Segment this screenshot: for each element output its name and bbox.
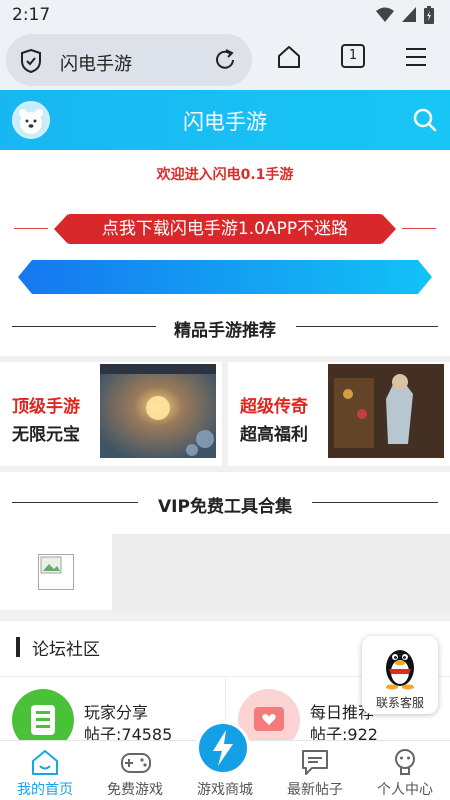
tabs-button[interactable]: 1 xyxy=(341,44,365,68)
recommend-title: 精品手游推荐 xyxy=(174,321,276,341)
status-time: 2:17 xyxy=(12,5,51,25)
nav-game-store[interactable]: 游戏商城 xyxy=(180,721,270,800)
shield-icon[interactable] xyxy=(20,49,42,73)
wifi-icon xyxy=(376,7,394,22)
page-title: 闪电手游 xyxy=(183,110,267,134)
status-icons xyxy=(376,6,434,24)
app-header: 闪电手游 xyxy=(0,90,450,150)
section-divider xyxy=(0,466,450,472)
nav-latest-posts[interactable]: 最新帖子 xyxy=(270,741,360,800)
bottom-nav: 我的首页 免费游戏 游戏商城 最新帖子 个人中心 xyxy=(0,721,450,800)
qq-penguin-icon xyxy=(386,650,414,690)
download-app-banner[interactable]: 点我下载闪电手游1.0APP不迷路 xyxy=(68,214,382,244)
forum-title: 论坛社区 xyxy=(32,640,100,660)
welcome-text: 欢迎进入闪电0.1手游 xyxy=(156,167,294,183)
banner-line-left xyxy=(14,228,48,229)
address-text[interactable]: 闪电手游 xyxy=(60,50,132,76)
home-icon[interactable] xyxy=(276,44,302,70)
vip-tools-area xyxy=(0,534,450,610)
reload-icon[interactable] xyxy=(213,48,237,72)
section-divider xyxy=(0,610,450,620)
card-title: 顶级手游 xyxy=(12,397,80,417)
nav-label: 游戏商城 xyxy=(197,782,253,798)
chat-bubble-icon xyxy=(302,750,328,775)
search-icon[interactable] xyxy=(412,107,438,133)
home-nav-icon xyxy=(32,750,58,775)
battery-icon xyxy=(424,6,434,24)
game-thumbnail[interactable] xyxy=(328,364,444,458)
game-screenshot-image xyxy=(100,364,216,458)
forum-board-item[interactable]: 玩家分享 帖子:74585 xyxy=(0,676,225,751)
nav-home[interactable]: 我的首页 xyxy=(0,741,90,800)
user-icon xyxy=(395,749,415,775)
nav-profile[interactable]: 个人中心 xyxy=(360,741,450,800)
nav-label: 个人中心 xyxy=(377,782,433,798)
promo-bar[interactable] xyxy=(18,260,432,294)
game-screenshot-image xyxy=(328,364,444,458)
card-subtitle: 无限元宝 xyxy=(12,425,80,445)
gamepad-icon xyxy=(121,753,151,773)
nav-label: 我的首页 xyxy=(17,782,73,798)
tab-count: 1 xyxy=(348,48,358,63)
card-title: 超级传奇 xyxy=(240,397,308,417)
banner-line-right xyxy=(402,228,436,229)
nav-label: 最新帖子 xyxy=(287,782,343,798)
game-card-1[interactable]: 顶级手游 无限元宝 xyxy=(0,362,222,466)
banner-tip-right xyxy=(382,214,396,244)
vip-tools-title: VIP免费工具合集 xyxy=(158,497,292,517)
vip-tool-tile[interactable] xyxy=(0,534,112,610)
card-subtitle: 超高福利 xyxy=(240,425,308,445)
nav-free-games[interactable]: 免费游戏 xyxy=(90,741,180,800)
title-marker xyxy=(16,637,20,657)
customer-service-button[interactable]: 联系客服 xyxy=(362,636,438,714)
game-card-2[interactable]: 超级传奇 超高福利 xyxy=(228,362,450,466)
address-bar[interactable]: 闪电手游 xyxy=(6,34,252,86)
status-bar: 2:17 xyxy=(0,0,450,30)
signal-icon xyxy=(402,7,416,22)
menu-icon[interactable] xyxy=(404,46,428,68)
game-thumbnail[interactable] xyxy=(100,364,216,458)
board-name: 玩家分享 xyxy=(84,703,149,722)
lightning-icon xyxy=(213,730,233,766)
browser-toolbar: 闪电手游 1 xyxy=(0,30,450,90)
broken-image-icon xyxy=(38,554,74,590)
nav-label: 免费游戏 xyxy=(107,782,163,798)
store-center-button[interactable] xyxy=(196,721,250,775)
customer-service-label: 联系客服 xyxy=(375,696,424,710)
banner-tip-left xyxy=(54,214,68,244)
